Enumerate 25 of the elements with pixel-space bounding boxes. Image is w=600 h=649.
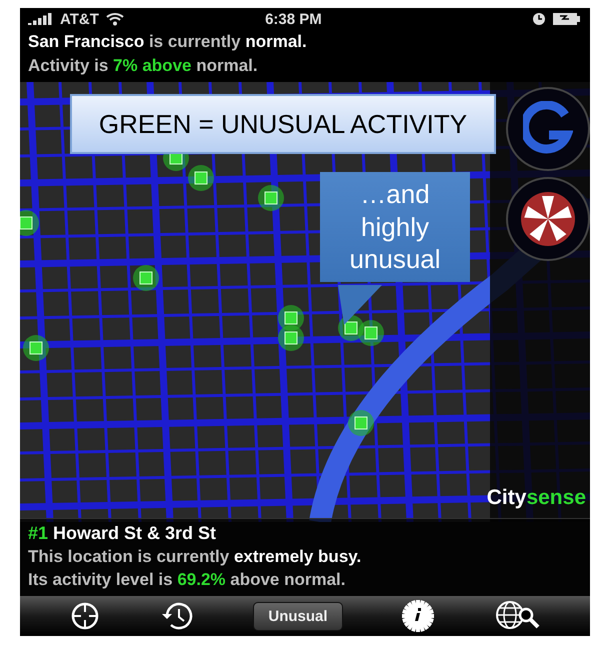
annotation-callout: …and highly unusual bbox=[320, 172, 470, 282]
hotspot-description: Its activity level is 69.2% above normal. bbox=[28, 570, 346, 590]
status-summary-text: Activity is 7% above normal. bbox=[28, 56, 259, 76]
filter-button[interactable]: Unusual bbox=[253, 602, 343, 630]
history-icon bbox=[160, 601, 194, 631]
callout-pointer bbox=[338, 285, 382, 325]
gear-info-button[interactable] bbox=[402, 600, 434, 632]
globe-search-icon bbox=[494, 600, 540, 632]
clock-time: 6:38 PM bbox=[264, 10, 323, 28]
hotspot-description: This location is currently extremely busy. bbox=[28, 547, 362, 567]
crosshair-icon bbox=[70, 601, 100, 631]
wifi-icon bbox=[104, 12, 125, 26]
carrier-label: AT&T bbox=[60, 10, 99, 28]
annotation-banner: GREEN = UNUSUAL ACTIVITY bbox=[70, 94, 496, 154]
status-summary-text: San Francisco is currently normal. bbox=[28, 32, 308, 52]
hotspot-title: #1 Howard St & 3rd St bbox=[28, 523, 218, 544]
alarm-icon bbox=[532, 12, 546, 26]
burst-logo-icon bbox=[519, 190, 577, 248]
crosshair-button[interactable] bbox=[70, 601, 100, 631]
battery-icon bbox=[552, 12, 582, 26]
gear-info-icon bbox=[402, 600, 434, 632]
signal-icon bbox=[28, 13, 54, 25]
history-button[interactable] bbox=[160, 601, 194, 631]
app-logo: Citysense bbox=[486, 486, 586, 510]
globe-search-button[interactable] bbox=[494, 600, 540, 632]
